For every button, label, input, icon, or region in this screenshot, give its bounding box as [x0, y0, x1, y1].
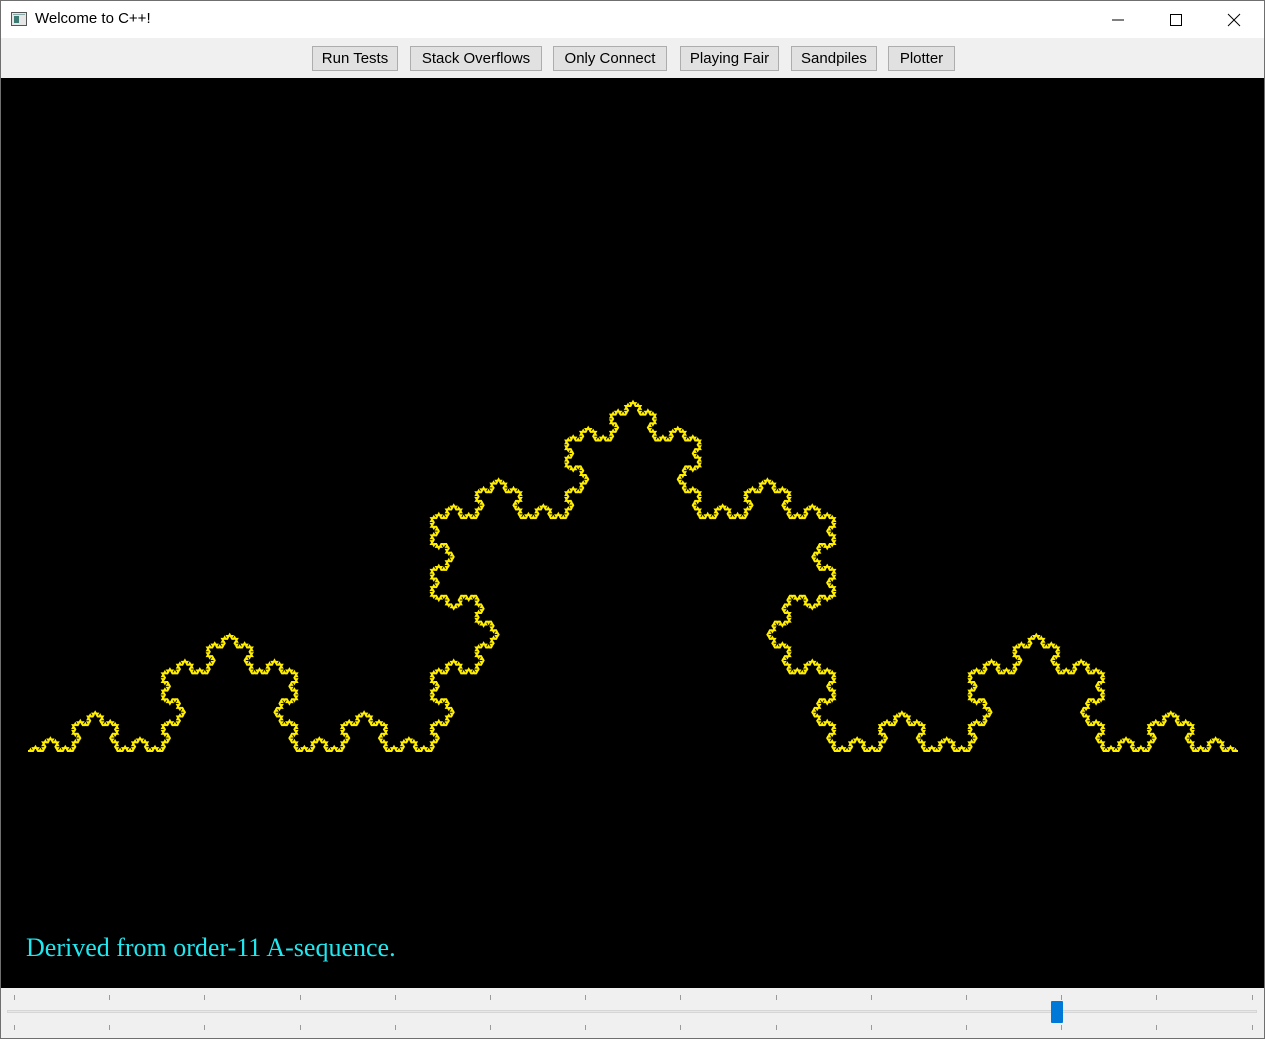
app-icon [11, 12, 27, 26]
slider-tick [871, 995, 872, 1000]
slider-tick [1061, 995, 1062, 1000]
slider-track[interactable] [7, 1010, 1257, 1013]
slider-tick [585, 995, 586, 1000]
app-window: Welcome to C++! Run Tests Stack Overflow… [0, 0, 1265, 1039]
slider-thumb[interactable] [1051, 1001, 1063, 1023]
slider-tick [395, 1025, 396, 1030]
slider-tick [490, 1025, 491, 1030]
slider-tick [204, 995, 205, 1000]
slider-tick [109, 995, 110, 1000]
window-title: Welcome to C++! [35, 10, 151, 27]
run-tests-button[interactable]: Run Tests [312, 46, 398, 71]
only-connect-button[interactable]: Only Connect [553, 46, 667, 71]
slider-tick [871, 1025, 872, 1030]
stack-overflows-button[interactable]: Stack Overflows [410, 46, 542, 71]
slider-tick [1156, 1025, 1157, 1030]
slider-tick [966, 995, 967, 1000]
slider-tick [1061, 1025, 1062, 1030]
slider-tick [1252, 995, 1253, 1000]
slider-tick [776, 1025, 777, 1030]
slider-tick [1156, 995, 1157, 1000]
sandpiles-button[interactable]: Sandpiles [791, 46, 877, 71]
slider-tick [966, 1025, 967, 1030]
slider-tick [395, 995, 396, 1000]
fractal-plot [28, 399, 1238, 752]
slider-tick [204, 1025, 205, 1030]
minimize-button[interactable] [1089, 1, 1147, 38]
close-button[interactable] [1205, 1, 1263, 38]
maximize-icon [1170, 14, 1182, 26]
caption-text: Derived from order-11 A-sequence. [26, 933, 396, 962]
slider-tick [109, 1025, 110, 1030]
playing-fair-button[interactable]: Playing Fair [680, 46, 779, 71]
close-icon [1227, 13, 1241, 27]
title-bar[interactable]: Welcome to C++! [1, 1, 1264, 38]
slider-tick [585, 1025, 586, 1030]
koch-curve [28, 399, 1238, 752]
slider-tick [680, 1025, 681, 1030]
slider-tick [680, 995, 681, 1000]
plotter-button[interactable]: Plotter [888, 46, 955, 71]
maximize-button[interactable] [1147, 1, 1205, 38]
minimize-icon [1112, 19, 1124, 21]
order-slider[interactable] [1, 988, 1264, 1038]
toolbar: Run Tests Stack Overflows Only Connect P… [1, 38, 1264, 78]
drawing-canvas: Derived from order-11 A-sequence. [1, 78, 1264, 988]
slider-tick [1252, 1025, 1253, 1030]
slider-tick [14, 1025, 15, 1030]
slider-tick [300, 995, 301, 1000]
slider-tick [490, 995, 491, 1000]
slider-tick [14, 995, 15, 1000]
slider-tick [300, 1025, 301, 1030]
slider-tick [776, 995, 777, 1000]
